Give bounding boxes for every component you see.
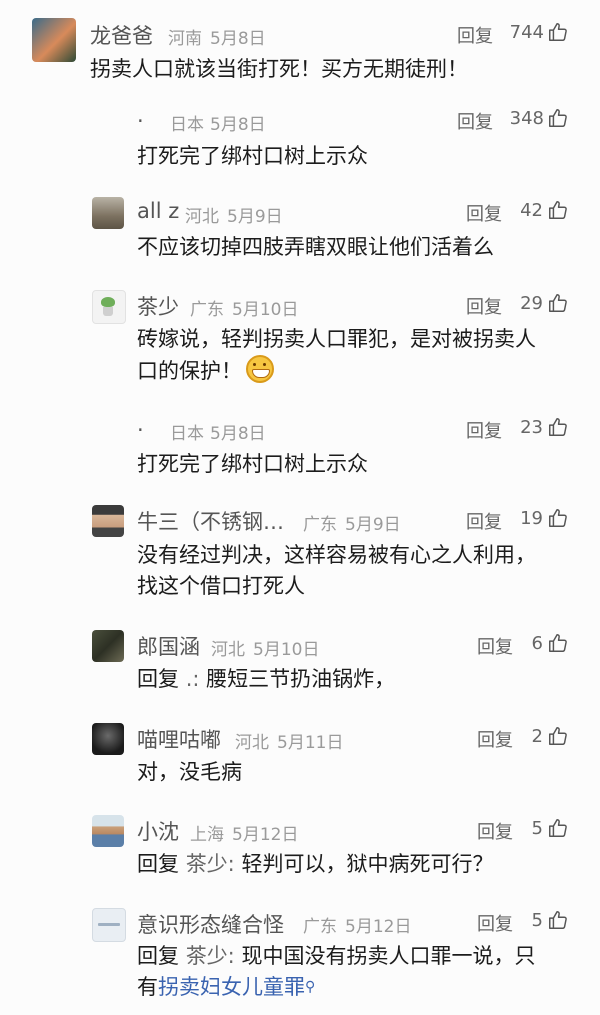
- mention[interactable]: 茶少:: [186, 852, 235, 876]
- comment-date: 5月11日: [277, 733, 344, 753]
- comment-location: 广东: [190, 300, 224, 320]
- comment-location: 河北: [185, 207, 219, 227]
- comment-date: 5月10日: [232, 300, 299, 320]
- avatar[interactable]: [32, 18, 76, 62]
- comment-text: 没有经过判决，这样容易被有心之人利用， 找这个借口打死人: [137, 540, 577, 602]
- like-count: 23: [520, 417, 543, 438]
- like-count: 2: [531, 726, 543, 747]
- comment-date: 5月12日: [345, 917, 412, 937]
- comment-text-line: 口的保护！: [137, 355, 577, 387]
- comment-text: 不应该切掉四肢弄瞎双眼让他们活着么: [137, 235, 494, 259]
- comment-date: 5月9日: [227, 207, 283, 227]
- like-count: 42: [520, 200, 543, 221]
- avatar[interactable]: [92, 723, 124, 755]
- comment-location: 河北: [211, 640, 245, 660]
- comment-text: 回复 茶少: 轻判可以，狱中病死可行？: [137, 849, 493, 880]
- mention[interactable]: 茶少:: [186, 944, 235, 968]
- comment-location: 广东: [303, 917, 337, 937]
- thumbs-up-icon[interactable]: [547, 21, 569, 43]
- commenter-name[interactable]: .: [137, 412, 144, 436]
- avatar[interactable]: [92, 197, 124, 229]
- thumbs-up-icon[interactable]: [547, 107, 569, 129]
- commenter-name[interactable]: 喵哩咕嘟: [137, 724, 221, 754]
- reply-button[interactable]: 回复: [466, 417, 502, 443]
- thumbs-up-icon[interactable]: [547, 725, 569, 747]
- avatar[interactable]: [92, 505, 124, 537]
- commenter-name[interactable]: 茶少: [137, 291, 179, 321]
- reply-button[interactable]: 回复: [457, 22, 493, 48]
- plant-icon: [101, 297, 115, 307]
- avatar[interactable]: [92, 290, 126, 324]
- reply-prefix: 回复: [137, 667, 179, 691]
- reply-button[interactable]: 回复: [466, 508, 502, 534]
- comment-text: 打死完了绑村口树上示众: [137, 144, 368, 168]
- reply-button[interactable]: 回复: [457, 108, 493, 134]
- comment-thread: 龙爸爸 河南 5月8日 回复 744 拐卖人口就该当街打死！买方无期徒刑！ . …: [0, 0, 600, 1015]
- comment-text-fragment: 现中国没有拐卖人口罪一说，只: [241, 944, 536, 968]
- comment-text: 对，没毛病: [137, 760, 242, 784]
- comment-text-line: 有拐卖妇女儿童罪⚲: [137, 972, 577, 1003]
- like-count: 29: [520, 293, 543, 314]
- comment-text-line: 砖嫁说，轻判拐卖人口罪犯，是对被拐卖人: [137, 327, 536, 351]
- mention[interactable]: .:: [186, 667, 200, 691]
- comment-date: 5月10日: [253, 640, 320, 660]
- like-count: 6: [531, 633, 543, 654]
- thumbs-up-icon[interactable]: [547, 416, 569, 438]
- commenter-name[interactable]: 小沈: [137, 816, 179, 846]
- search-link[interactable]: 拐卖妇女儿童罪: [158, 975, 305, 999]
- commenter-name[interactable]: 郎国涵: [137, 631, 200, 661]
- like-count: 19: [520, 508, 543, 529]
- comment-location: 广东: [303, 515, 337, 535]
- avatar[interactable]: [92, 908, 126, 942]
- comment-location: 上海: [190, 825, 224, 845]
- reply-button[interactable]: 回复: [466, 293, 502, 319]
- comment-text: 拐卖人口就该当街打死！买方无期徒刑！: [90, 57, 468, 81]
- comment-text: 打死完了绑村口树上示众: [137, 452, 368, 476]
- commenter-name[interactable]: 意识形态缝合怪: [137, 909, 284, 939]
- thumbs-up-icon[interactable]: [547, 292, 569, 314]
- reply-prefix: 回复: [137, 852, 179, 876]
- comment-date: 5月8日: [210, 424, 266, 444]
- comment-text: 回复 茶少: 现中国没有拐卖人口罪一说，只 有拐卖妇女儿童罪⚲: [137, 941, 577, 1003]
- comment-date: 5月8日: [210, 29, 266, 49]
- thumbs-up-icon[interactable]: [547, 199, 569, 221]
- thumbs-up-icon[interactable]: [547, 632, 569, 654]
- like-count: 5: [531, 818, 543, 839]
- comment-date: 5月9日: [345, 515, 401, 535]
- comment-text-fragment: 有: [137, 975, 158, 999]
- commenter-name[interactable]: 龙爸爸: [90, 20, 153, 50]
- comment-location: 河北: [235, 733, 269, 753]
- commenter-name[interactable]: all z: [137, 199, 179, 223]
- comment-text: 砖嫁说，轻判拐卖人口罪犯，是对被拐卖人 口的保护！: [137, 324, 577, 387]
- comment-text-fragment: 口的保护！: [137, 359, 242, 383]
- comment-location: 日本: [170, 115, 204, 135]
- comment-location: 河南: [168, 29, 202, 49]
- commenter-name[interactable]: .: [137, 103, 144, 127]
- reply-button[interactable]: 回复: [466, 200, 502, 226]
- comment-text-line: 找这个借口打死人: [137, 574, 305, 598]
- comment-text: 回复 .: 腰短三节扔油锅炸，: [137, 664, 395, 695]
- like-count: 744: [509, 22, 544, 43]
- like-count: 348: [509, 108, 544, 129]
- comment-date: 5月8日: [210, 115, 266, 135]
- comment-text-fragment: 轻判可以，狱中病死可行？: [241, 852, 494, 876]
- comment-location: 日本: [170, 424, 204, 444]
- comment-text-line: 回复 茶少: 现中国没有拐卖人口罪一说，只: [137, 941, 577, 972]
- thumbs-up-icon[interactable]: [547, 909, 569, 931]
- like-count: 5: [531, 910, 543, 931]
- thumbs-up-icon[interactable]: [547, 817, 569, 839]
- grinning-emoji-icon: [246, 355, 274, 383]
- search-icon[interactable]: ⚲: [305, 979, 315, 995]
- comment-date: 5月12日: [232, 825, 299, 845]
- comment-text-fragment: 腰短三节扔油锅炸，: [206, 667, 396, 691]
- thumbs-up-icon[interactable]: [547, 507, 569, 529]
- avatar[interactable]: [92, 815, 124, 847]
- avatar[interactable]: [92, 630, 124, 662]
- comment-text-line: 没有经过判决，这样容易被有心之人利用，: [137, 543, 536, 567]
- commenter-name[interactable]: 牛三（不锈钢…: [137, 506, 284, 536]
- reply-prefix: 回复: [137, 944, 179, 968]
